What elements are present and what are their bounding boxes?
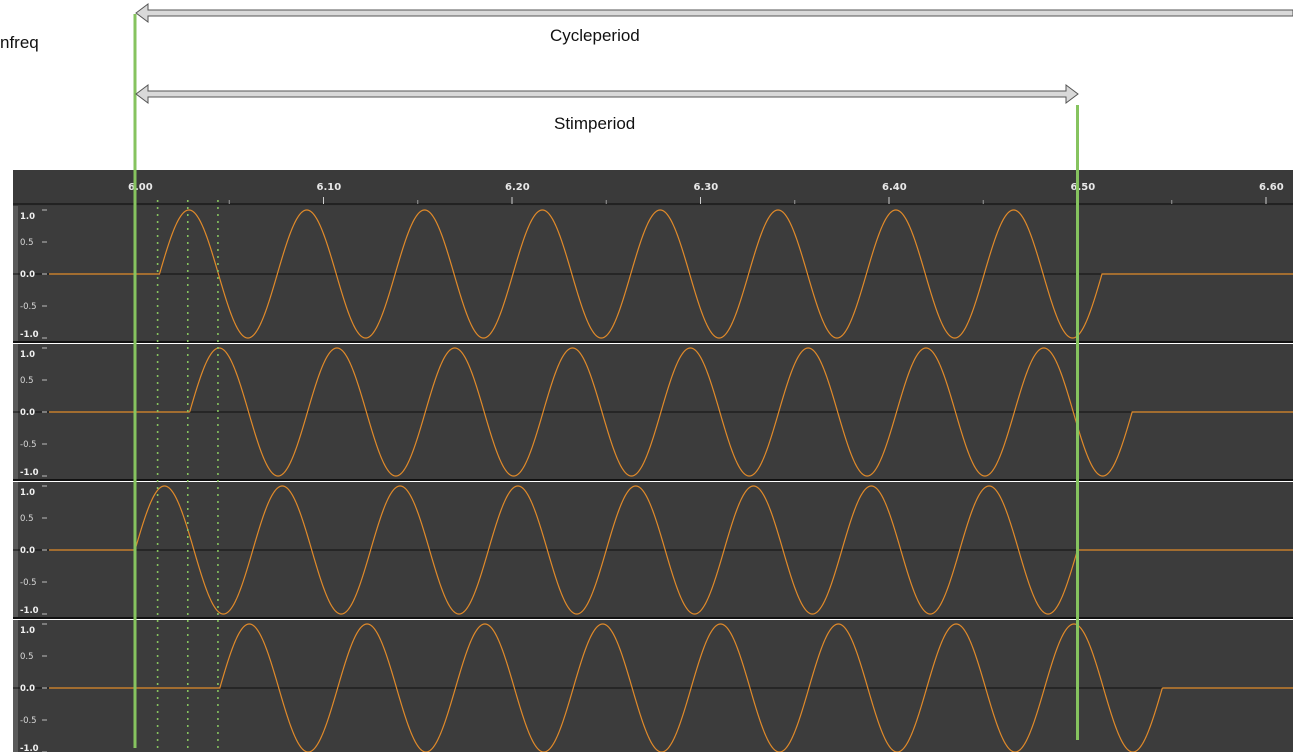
amplitude-label: -1.0 [20,330,39,340]
tick-label: 6.10 [317,182,342,193]
amplitude-label: 1.0 [20,212,35,222]
amplitude-label: -1.0 [20,744,39,752]
tick-label: 6.40 [882,182,907,193]
amplitude-label: 0.5 [20,514,34,524]
amplitude-label: 1.0 [20,350,35,360]
figure: nfreq Cycleperiod Stimperiod 1.0 0.5 0.0 -0… [0,0,1293,752]
amplitude-label: -0.5 [20,440,37,450]
tick-label: 6.00 [128,182,153,193]
amplitude-label: 0.0 [20,270,35,280]
amplitude-label: 0.0 [20,684,35,694]
amplitude-label: 1.0 [20,488,35,498]
track-panels: 1.0 0.5 0.0 -0.5 -1.0 1.0 0.5 0.0 -0.5 -1.0 1.0 0.5… [13,206,1293,752]
amplitude-label: 0.5 [20,652,34,662]
ruler-background [13,170,1293,206]
waveform-chart: 1.0 0.5 0.0 -0.5 -1.0 1.0 0.5 0.0 -0.5 -1.0 1.0 0.5… [13,3,1293,752]
stimperiod-arrow [135,84,1079,104]
period-arrows [135,3,1293,104]
amplitude-label: -0.5 [20,578,37,588]
tick-label: 6.60 [1259,182,1284,193]
amplitude-label: -0.5 [20,716,37,726]
amplitude-label: 1.0 [20,626,35,636]
tick-label: 6.30 [694,182,719,193]
track-handle [13,620,18,752]
amplitude-label: 0.0 [20,546,35,556]
amplitude-label: -1.0 [20,468,39,478]
track-panel [13,620,1293,752]
amplitude-label: 0.0 [20,408,35,418]
time-ruler: 6.00 6.10 6.20 6.30 6.40 6.50 6.60 [13,170,1293,206]
amplitude-label: 0.5 [20,376,34,386]
tick-label: 6.50 [1071,182,1096,193]
amplitude-label: 0.5 [20,238,34,248]
amplitude-label: -1.0 [20,606,39,616]
cycleperiod-arrow [135,3,1293,23]
amplitude-label: -0.5 [20,302,37,312]
tick-label: 6.20 [505,182,530,193]
